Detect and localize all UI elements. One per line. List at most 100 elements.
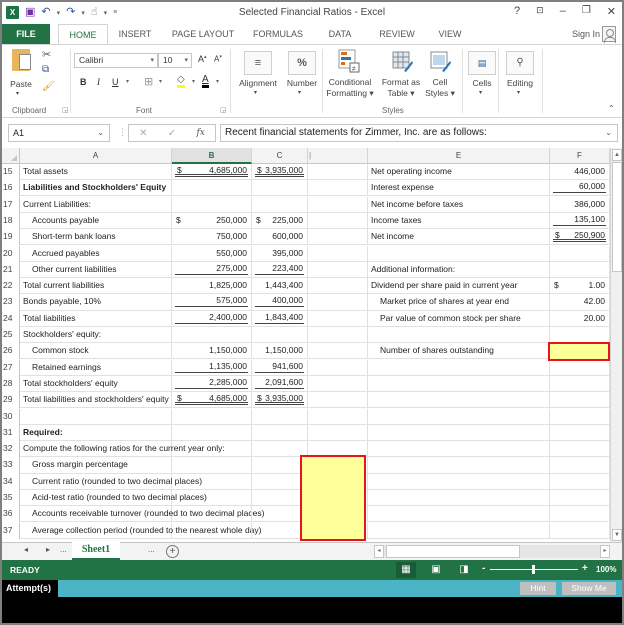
cell-c31[interactable] bbox=[252, 424, 308, 441]
cell-e16[interactable]: Interest expense bbox=[368, 180, 550, 197]
paste-icon[interactable] bbox=[12, 49, 31, 71]
font-size-combo[interactable]: 10 ▾ bbox=[158, 53, 192, 68]
font-launcher-icon[interactable]: ◲ bbox=[220, 106, 227, 114]
cell-e29[interactable] bbox=[368, 392, 550, 409]
cell-d16[interactable] bbox=[308, 180, 368, 197]
row-header[interactable]: 17 bbox=[2, 196, 20, 213]
number-format-icon[interactable]: % bbox=[288, 51, 316, 75]
cell-e36[interactable] bbox=[368, 506, 550, 523]
cell-c17[interactable] bbox=[252, 196, 308, 213]
cell-a21[interactable]: Other current liabilities bbox=[20, 261, 172, 278]
row-header[interactable]: 19 bbox=[2, 229, 20, 246]
cell-c23[interactable]: 400,000 bbox=[252, 294, 308, 311]
cell-b27[interactable]: 1,135,000 bbox=[172, 359, 252, 376]
tab-data[interactable]: DATA bbox=[320, 24, 360, 44]
cell-b23[interactable]: 575,000 bbox=[172, 294, 252, 311]
zoom-level[interactable]: 100% bbox=[596, 565, 616, 574]
italic-button[interactable]: I bbox=[97, 77, 100, 87]
cell-d27[interactable] bbox=[308, 359, 368, 376]
cell-a33[interactable]: Gross margin percentage bbox=[20, 457, 172, 474]
row-header[interactable]: 29 bbox=[2, 392, 20, 409]
previous-sheet-icon[interactable]: ◂ bbox=[24, 545, 28, 554]
minimize-button[interactable]: – bbox=[560, 5, 566, 18]
sheet-tabs-ellipsis-left[interactable]: ... bbox=[60, 545, 67, 554]
cell-d15[interactable] bbox=[308, 164, 368, 181]
borders-dropdown-icon[interactable]: ▾ bbox=[159, 78, 162, 85]
fill-color-icon[interactable]: ◇ bbox=[177, 74, 185, 88]
sign-in-label[interactable]: Sign In bbox=[572, 29, 600, 39]
number-button[interactable]: Number bbox=[282, 78, 322, 89]
cell-f16[interactable]: 60,000 bbox=[550, 180, 610, 197]
column-header-f[interactable]: F bbox=[550, 148, 610, 164]
cell-d21[interactable] bbox=[308, 261, 368, 278]
cell-f30[interactable] bbox=[550, 408, 610, 425]
cut-icon[interactable]: ✂ bbox=[42, 48, 51, 61]
cell-e30[interactable] bbox=[368, 408, 550, 425]
confirm-entry-icon[interactable]: ✓ bbox=[168, 128, 176, 139]
cell-e17[interactable]: Net income before taxes bbox=[368, 196, 550, 213]
cell-f25[interactable] bbox=[550, 327, 610, 344]
formula-input[interactable]: Recent financial statements for Zimmer, … bbox=[220, 124, 618, 142]
cell-b17[interactable] bbox=[172, 196, 252, 213]
horizontal-scrollbar[interactable]: ◂ ▸ bbox=[374, 545, 610, 558]
sheet-tab-sheet1[interactable]: Sheet1 bbox=[72, 542, 120, 560]
cell-f27[interactable] bbox=[550, 359, 610, 376]
cell-c16[interactable] bbox=[252, 180, 308, 197]
alignment-dropdown-icon[interactable]: ▾ bbox=[254, 88, 257, 99]
cell-b31[interactable] bbox=[172, 424, 252, 441]
cancel-entry-icon[interactable]: ✕ bbox=[139, 128, 147, 139]
cells-icon[interactable]: ▤ bbox=[468, 51, 496, 75]
cell-d22[interactable] bbox=[308, 278, 368, 295]
cell-e24[interactable]: Par value of common stock per share bbox=[368, 310, 550, 327]
cell-b28[interactable]: 2,285,000 bbox=[172, 375, 252, 393]
cell-d31[interactable] bbox=[308, 424, 368, 441]
column-header-d-hidden[interactable]: | bbox=[308, 148, 368, 164]
row-header[interactable]: 20 bbox=[2, 245, 20, 262]
column-header-b[interactable]: B bbox=[172, 148, 252, 164]
page-layout-view-icon[interactable]: ▣ bbox=[426, 562, 446, 578]
row-header[interactable]: 35 bbox=[2, 490, 20, 507]
row-header[interactable]: 37 bbox=[2, 522, 20, 539]
tab-file[interactable]: FILE bbox=[2, 24, 50, 44]
row-header[interactable]: 36 bbox=[2, 506, 20, 523]
cell-a19[interactable]: Short-term bank loans bbox=[20, 229, 172, 246]
cell-b36[interactable] bbox=[172, 506, 252, 523]
cell-b21[interactable]: 275,000 bbox=[172, 261, 252, 278]
paste-button[interactable]: Paste bbox=[8, 79, 34, 90]
cell-a24[interactable]: Total liabilities bbox=[20, 310, 172, 327]
chevron-down-icon[interactable]: ▾ bbox=[184, 54, 188, 67]
cell-d19[interactable] bbox=[308, 229, 368, 246]
cell-b25[interactable] bbox=[172, 327, 252, 344]
cell-a15[interactable]: Total assets bbox=[20, 164, 172, 181]
cell-d17[interactable] bbox=[308, 196, 368, 213]
cell-f20[interactable] bbox=[550, 245, 610, 262]
cell-a35[interactable]: Acid-test ratio (rounded to two decimal … bbox=[20, 490, 207, 507]
number-dropdown-icon[interactable]: ▾ bbox=[298, 88, 301, 99]
tab-home[interactable]: HOME bbox=[58, 24, 108, 45]
format-painter-icon[interactable]: 🖌 bbox=[42, 81, 55, 92]
cell-e21[interactable]: Additional information: bbox=[368, 261, 550, 278]
user-avatar-icon[interactable] bbox=[602, 26, 616, 43]
cell-f29[interactable] bbox=[550, 392, 610, 409]
shares-outstanding-input[interactable] bbox=[548, 342, 610, 361]
tab-formulas[interactable]: FORMULAS bbox=[248, 24, 308, 44]
scroll-right-icon[interactable]: ▸ bbox=[600, 545, 610, 558]
cell-b15[interactable]: $4,685,000 bbox=[172, 164, 252, 181]
row-header[interactable]: 30 bbox=[2, 408, 20, 425]
row-header[interactable]: 18 bbox=[2, 212, 20, 230]
cell-d28[interactable] bbox=[308, 375, 368, 393]
cell-b20[interactable]: 550,000 bbox=[172, 245, 252, 262]
row-header[interactable]: 21 bbox=[2, 261, 20, 278]
cell-a25[interactable]: Stockholders' equity: bbox=[20, 327, 172, 344]
cell-a17[interactable]: Current Liabilities: bbox=[20, 196, 172, 213]
cell-a30[interactable] bbox=[20, 408, 172, 425]
alignment-icon[interactable]: ≡ bbox=[244, 51, 272, 75]
cell-c25[interactable] bbox=[252, 327, 308, 344]
cell-e18[interactable]: Income taxes bbox=[368, 212, 550, 230]
row-header[interactable]: 22 bbox=[2, 278, 20, 295]
cell-c19[interactable]: 600,000 bbox=[252, 229, 308, 246]
cell-f37[interactable] bbox=[550, 522, 610, 539]
cell-e34[interactable] bbox=[368, 473, 550, 490]
sign-in[interactable]: Sign In bbox=[572, 26, 616, 43]
cell-c30[interactable] bbox=[252, 408, 308, 425]
